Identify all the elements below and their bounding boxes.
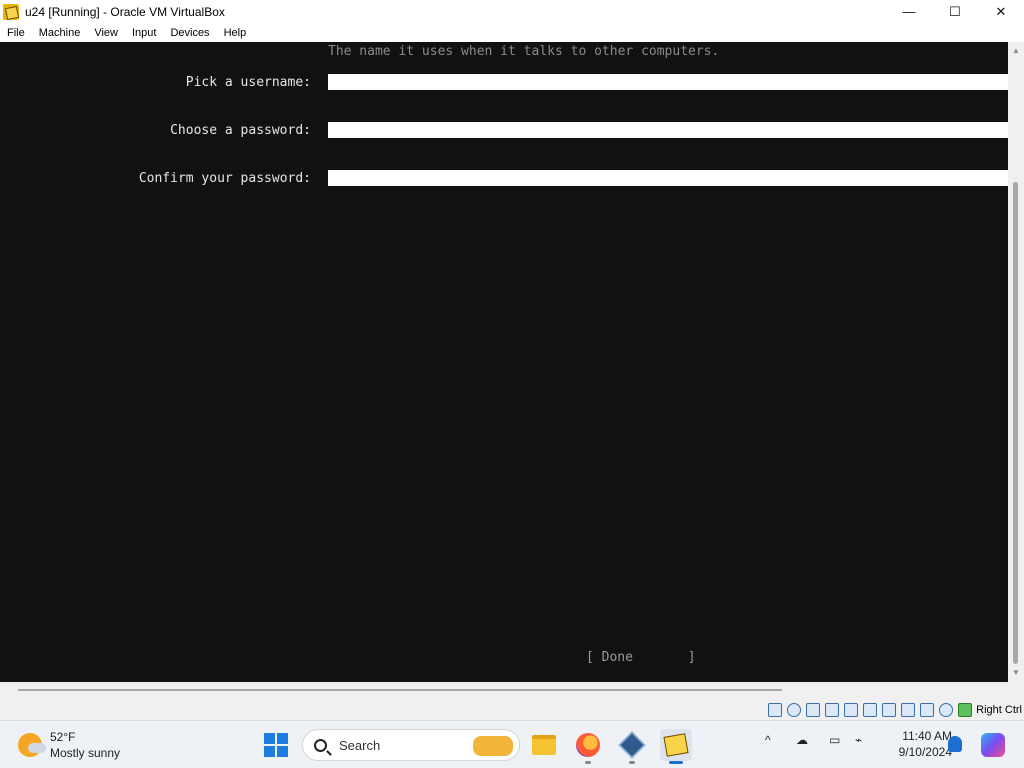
system-clock[interactable]: 11:40 AM 9/10/2024 (872, 728, 952, 760)
clock-date: 9/10/2024 (898, 745, 952, 759)
vertical-scrollbar[interactable]: ▲ ▼ (1008, 42, 1024, 682)
search-highlight-icon (473, 736, 513, 756)
search-icon (314, 738, 327, 752)
file-explorer-button[interactable] (528, 729, 560, 761)
scroll-down-icon[interactable]: ▼ (1008, 666, 1024, 680)
username-label: Pick a username: (185, 75, 311, 90)
cpu-icon[interactable] (920, 702, 935, 717)
vm-window-icon (663, 733, 689, 757)
virtualbox-manager-button[interactable] (616, 729, 648, 761)
menu-devices[interactable]: Devices (163, 27, 216, 39)
hostname-hint: The name it uses when it talks to other … (328, 44, 720, 59)
virtualbox-icon (618, 731, 646, 759)
title-bar[interactable]: u24 [Running] - Oracle VM VirtualBox — ☐… (0, 0, 1024, 23)
password-input[interactable] (328, 122, 1008, 138)
optical-drive-icon[interactable] (787, 702, 802, 717)
shared-folders-icon[interactable] (863, 702, 878, 717)
window-title: u24 [Running] - Oracle VM VirtualBox (25, 4, 225, 19)
menu-input[interactable]: Input (125, 27, 163, 39)
password-label: Choose a password: (170, 123, 311, 138)
onedrive-icon[interactable]: ☁ (796, 733, 808, 747)
virtualbox-running-indicator (629, 761, 635, 764)
display-icon[interactable] (882, 702, 897, 717)
horizontal-scrollbar[interactable] (0, 682, 1024, 699)
done-button[interactable]: [ Done ] (586, 650, 696, 665)
minimize-button[interactable]: — (886, 0, 932, 23)
virtualbox-window: u24 [Running] - Oracle VM VirtualBox — ☐… (0, 0, 1024, 720)
weather-description: Mostly sunny (50, 746, 121, 760)
audio-icon[interactable] (806, 702, 821, 717)
firefox-icon (576, 733, 600, 757)
clock-time: 11:40 AM (902, 729, 952, 743)
horizontal-scroll-thumb[interactable] (18, 689, 782, 691)
hard-disk-icon[interactable] (768, 702, 783, 717)
display-tray-icon[interactable]: ▭ (829, 733, 840, 747)
menu-help[interactable]: Help (217, 27, 254, 39)
vm-active-indicator (669, 761, 683, 764)
tray-chevron-icon[interactable]: ^ (765, 733, 771, 747)
vm-status-bar: Right Ctrl (0, 699, 1024, 720)
taskbar-search[interactable]: Search (302, 729, 520, 761)
keyboard-icon[interactable] (958, 702, 973, 717)
menu-bar: File Machine View Input Devices Help (0, 23, 1024, 42)
folder-icon (532, 735, 556, 755)
vertical-scroll-thumb[interactable] (1013, 182, 1018, 664)
confirm-password-label: Confirm your password: (138, 171, 311, 186)
maximize-button[interactable]: ☐ (932, 0, 978, 23)
menu-machine[interactable]: Machine (32, 27, 88, 39)
usb-icon[interactable] (844, 702, 859, 717)
username-input[interactable] (328, 74, 1008, 90)
windows-logo-icon (264, 733, 275, 744)
start-button[interactable] (264, 733, 288, 757)
firefox-running-indicator (585, 761, 591, 764)
network-icon[interactable] (825, 702, 840, 717)
menu-file[interactable]: File (0, 27, 32, 39)
notification-bell-icon[interactable] (948, 736, 962, 752)
windows-taskbar: 52°F Mostly sunny Search ^ ☁ ▭ ⌁ 11:40 A… (0, 720, 1024, 768)
vm-display[interactable]: The name it uses when it talks to other … (0, 42, 1008, 682)
close-button[interactable]: ✕ (978, 0, 1024, 23)
scroll-up-icon[interactable]: ▲ (1008, 44, 1024, 58)
host-key-label: Right Ctrl (976, 703, 1022, 716)
partly-sunny-icon (18, 733, 46, 757)
menu-view[interactable]: View (87, 27, 125, 39)
firefox-button[interactable] (572, 729, 604, 761)
copilot-icon[interactable] (981, 733, 1005, 757)
mouse-integration-icon[interactable] (939, 702, 954, 717)
weather-temperature: 52°F (50, 730, 76, 744)
weather-widget[interactable]: 52°F Mostly sunny (18, 729, 120, 761)
confirm-password-input[interactable] (328, 170, 1008, 186)
virtualbox-vm-button[interactable] (660, 729, 692, 761)
search-placeholder: Search (339, 737, 381, 753)
recording-icon[interactable] (901, 702, 916, 717)
virtualbox-app-icon (3, 3, 19, 20)
network-tray-icon[interactable]: ⌁ (855, 733, 862, 747)
